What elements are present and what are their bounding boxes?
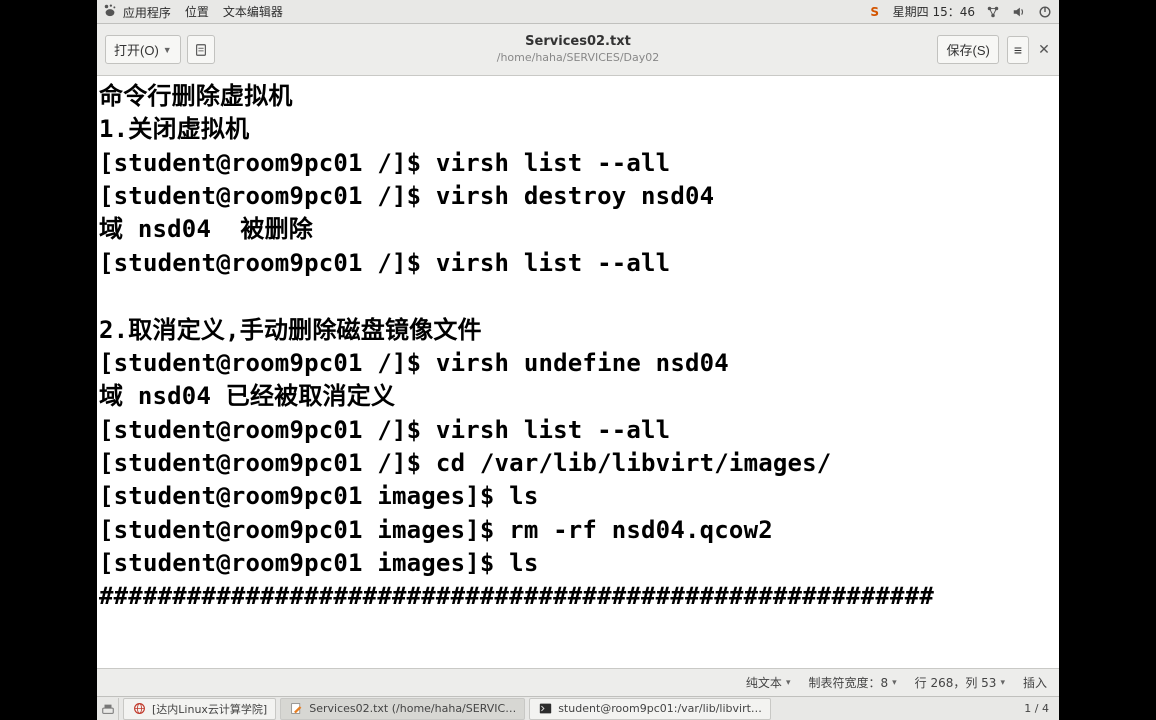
tabwidth-dropdown[interactable]: 制表符宽度：8▾ [808,674,896,691]
chevron-down-icon: ▾ [892,678,897,688]
editor-text[interactable]: 命令行删除虚拟机 1.关闭虚拟机 [student@room9pc01 /]$ … [99,80,1057,614]
open-button[interactable]: 打开(O) ▼ [105,35,181,64]
gnome-foot-icon [103,3,117,17]
insert-mode[interactable]: 插入 [1023,674,1047,691]
browser-icon [132,702,146,716]
editor-body[interactable]: 命令行删除虚拟机 1.关闭虚拟机 [student@room9pc01 /]$ … [97,76,1059,668]
linecol-indicator[interactable]: 行 268，列 53▾ [915,674,1005,691]
task-item-terminal[interactable]: student@room9pc01:/var/lib/libvirt… [529,698,771,720]
editor-window: 打开(O) ▼ Services02.txt /home/haha/SERVIC… [97,24,1059,696]
show-desktop-button[interactable] [97,698,119,720]
taskbar: [达内Linux云计算学院] Services02.txt (/home/hah… [97,696,1059,720]
workspace-pager[interactable]: 1 / 4 [1024,702,1059,715]
task-label: [达内Linux云计算学院] [152,701,267,717]
places-menu[interactable]: 位置 [185,3,209,20]
new-tab-button[interactable] [187,35,215,64]
document-icon [194,43,208,57]
file-title: Services02.txt [497,34,660,51]
clock[interactable]: 星期四 15：46 [893,3,975,20]
applications-menu[interactable]: 应用程序 [103,3,171,21]
editor-statusbar: 纯文本▾ 制表符宽度：8▾ 行 268，列 53▾ 插入 [97,668,1059,696]
chevron-down-icon: ▾ [786,678,791,688]
save-button[interactable]: 保存(S) [937,35,998,64]
hamburger-menu-button[interactable]: ≡ [1007,36,1029,64]
wps-tray-icon[interactable]: S [867,4,883,20]
task-item-gedit[interactable]: Services02.txt (/home/haha/SERVIC… [280,698,525,720]
terminal-icon [538,702,552,716]
gedit-icon [289,702,303,716]
task-label: Services02.txt (/home/haha/SERVIC… [309,702,516,715]
task-item-browser[interactable]: [达内Linux云计算学院] [123,698,276,720]
hamburger-icon: ≡ [1014,43,1022,57]
close-icon: ✕ [1038,43,1050,57]
top-panel: 应用程序 位置 文本编辑器 S 星期四 15：46 [97,0,1059,24]
file-path: /home/haha/SERVICES/Day02 [497,51,660,65]
text-editor-menu[interactable]: 文本编辑器 [223,3,283,20]
syntax-dropdown[interactable]: 纯文本▾ [746,674,791,691]
editor-header: 打开(O) ▼ Services02.txt /home/haha/SERVIC… [97,24,1059,76]
network-icon[interactable] [985,4,1001,20]
title-area: Services02.txt /home/haha/SERVICES/Day02 [497,34,660,65]
chevron-down-icon: ▼ [163,45,172,55]
show-desktop-icon [101,702,115,716]
task-label: student@room9pc01:/var/lib/libvirt… [558,702,762,715]
close-button[interactable]: ✕ [1037,43,1051,57]
chevron-down-icon: ▾ [1000,678,1005,688]
power-icon[interactable] [1037,4,1053,20]
volume-icon[interactable] [1011,4,1027,20]
